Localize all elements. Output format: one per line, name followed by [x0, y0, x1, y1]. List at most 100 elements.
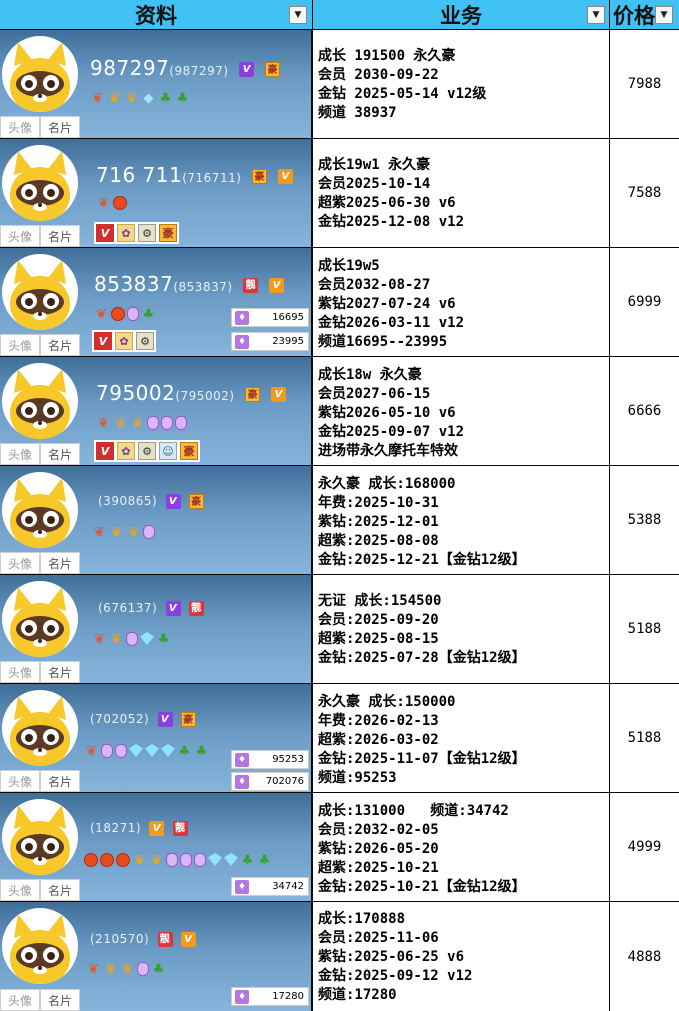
avatar[interactable]	[2, 690, 78, 766]
tab-card[interactable]: 名片	[40, 879, 80, 901]
star-icon: ❦	[98, 196, 109, 211]
table-row: 头像 名片 (676137) V 靓 ❦ ♛ ♣ 无证 成长:154500 会员:…	[0, 575, 679, 684]
avatar[interactable]	[2, 799, 78, 875]
tab-avatar[interactable]: 头像	[0, 116, 40, 138]
sun-icon	[84, 853, 98, 867]
sort-filter-icon[interactable]: ▼	[655, 6, 673, 24]
tab-card[interactable]: 名片	[40, 661, 80, 683]
tab-avatar[interactable]: 头像	[0, 879, 40, 901]
sun-icon	[111, 307, 125, 321]
channel-badge: ♦ 95253	[231, 750, 309, 769]
business-line: 年费:2026-02-13	[318, 713, 439, 729]
avatar[interactable]	[2, 36, 78, 112]
tab-card[interactable]: 名片	[40, 334, 80, 356]
tab-avatar[interactable]: 头像	[0, 334, 40, 356]
column-header-business[interactable]: 业务 ▼	[313, 0, 610, 30]
star-icon: ❦	[92, 91, 103, 106]
tab-card[interactable]: 名片	[40, 443, 80, 465]
crown-icon: ♛	[121, 962, 134, 977]
tab-avatar[interactable]: 头像	[0, 552, 40, 574]
dropdown-filter-icon[interactable]: ▼	[587, 6, 605, 24]
profile-card: 头像 名片 (702052) V 豪 ❦ ♣ ♣ ♦ 95253 ♦ 702076	[0, 684, 313, 792]
avatar[interactable]	[2, 145, 78, 221]
account-number: (702052) V 豪	[90, 712, 196, 727]
tab-avatar[interactable]: 头像	[0, 225, 40, 247]
header-row: 资料 ▼ 业务 ▼ 价格 ▼	[0, 0, 679, 30]
business-line: 会员2025-10-14	[318, 176, 431, 192]
leaf-icon: ♣	[176, 91, 189, 106]
avatar[interactable]	[2, 254, 78, 330]
column-title-business: 业务	[440, 3, 482, 28]
level-icons: ❦ ♣	[94, 307, 156, 322]
tab-avatar[interactable]: 头像	[0, 443, 40, 465]
red-vip-icon: V	[96, 442, 114, 460]
column-header-profile[interactable]: 资料 ▼	[0, 0, 313, 30]
business-line: 金钻:2025-11-07【金钻12级】	[318, 751, 526, 767]
account-paren: (676137)	[98, 601, 158, 615]
sun-icon	[100, 853, 114, 867]
avatar[interactable]	[2, 472, 78, 548]
account-paren: (210570)	[90, 932, 150, 946]
avatar[interactable]	[2, 363, 78, 439]
tab-avatar[interactable]: 头像	[0, 989, 40, 1011]
channel-number: 23995	[272, 336, 304, 347]
tab-avatar[interactable]: 头像	[0, 770, 40, 792]
vip-badge-icon: V	[165, 494, 181, 509]
channel-number: 34742	[272, 881, 304, 892]
business-cell: 成长19w1 永久豪 会员2025-10-14 超紫2025-06-30 v6 金钻2…	[313, 139, 610, 247]
price-cell: 4999	[627, 839, 662, 855]
price-cell: 5188	[627, 621, 662, 637]
vip-badge-icon: V	[157, 712, 173, 727]
column-title-profile: 资料	[135, 3, 177, 28]
star-icon: ❦	[94, 525, 105, 540]
diamond-icon	[129, 744, 143, 757]
leaf-icon: ♣	[157, 632, 170, 647]
column-header-price[interactable]: 价格 ▼	[610, 0, 679, 30]
star-icon: ❦	[86, 744, 97, 759]
profile-card: 头像 名片 716 711(716711) 豪 V ❦ V ✿ ⚙ 豪	[0, 139, 313, 247]
crown-icon: ♛	[110, 525, 123, 540]
vip-badge-icon: V	[149, 821, 165, 836]
channel-badge: ♦ 17280	[231, 987, 309, 1006]
tab-card[interactable]: 名片	[40, 989, 80, 1011]
gift-icon: ✿	[115, 332, 133, 350]
face-icon: ☺	[159, 442, 177, 460]
level-icons: ❦ ♛ ♛ ♣	[86, 962, 166, 977]
business-line: 超紫:2026-03-02	[318, 732, 439, 748]
tab-card[interactable]: 名片	[40, 552, 80, 574]
level-icons: ❦ ♛ ♛	[92, 525, 155, 540]
tab-card[interactable]: 名片	[40, 116, 80, 138]
business-line: 金钻:2025-09-12 v12	[318, 968, 473, 984]
account-number: (390865) V 豪	[98, 494, 204, 509]
avatar-tabs: 头像 名片	[0, 443, 80, 465]
leaf-icon: ♣	[142, 307, 155, 322]
business-line: 频道:95253	[318, 770, 397, 786]
business-line: 超紫2025-06-30 v6	[318, 195, 456, 211]
business-line: 无证 成长:154500	[318, 593, 442, 609]
tab-card[interactable]: 名片	[40, 225, 80, 247]
business-line: 超紫:2025-10-21	[318, 860, 439, 876]
avatar[interactable]	[2, 581, 78, 657]
business-line: 会员2032-08-27	[318, 277, 431, 293]
dropdown-filter-icon[interactable]: ▼	[289, 6, 307, 24]
channel-badge: ♦ 16695	[231, 308, 309, 327]
moon-icon	[143, 525, 155, 539]
moon-icon	[194, 853, 206, 867]
avatar[interactable]	[2, 908, 78, 984]
moon-icon	[126, 632, 138, 646]
hao-badge-icon: 豪	[188, 494, 204, 509]
business-line: 会员:2032-02-05	[318, 822, 439, 838]
tab-avatar[interactable]: 头像	[0, 661, 40, 683]
business-line: 金钻2025-12-08 v12	[318, 214, 465, 230]
account-number: 716 711(716711) 豪 V	[96, 163, 294, 187]
tab-card[interactable]: 名片	[40, 770, 80, 792]
crown-icon: ♛	[127, 525, 140, 540]
leaf-icon: ♣	[241, 853, 254, 868]
business-line: 金钻2026-03-11 v12	[318, 315, 465, 331]
leaf-icon: ♣	[258, 853, 271, 868]
business-line: 成长:131000 频道:34742	[318, 803, 509, 819]
account-paren: (987297)	[169, 64, 229, 78]
raccoon-avatar-icon	[10, 151, 70, 221]
account-main: 987297	[90, 56, 170, 80]
column-title-price: 价格	[613, 3, 655, 28]
